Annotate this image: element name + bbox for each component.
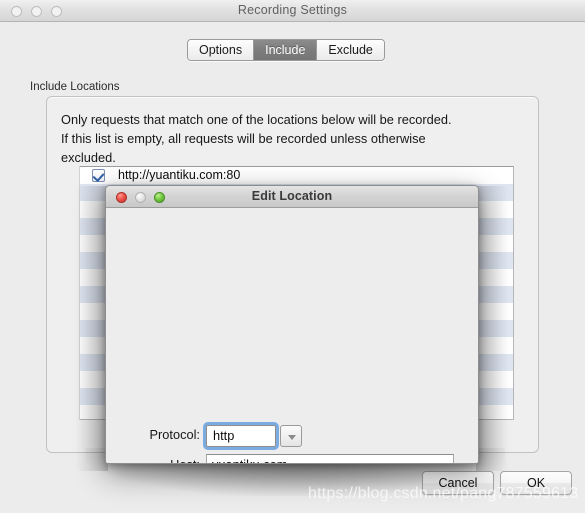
include-locations-description: Only requests that match one of the loca… <box>61 112 452 165</box>
settings-tab-bar: Options Include Exclude <box>187 39 385 61</box>
host-label: Host: <box>170 455 200 463</box>
recording-settings-window: Recording Settings Options Include Exclu… <box>0 0 585 513</box>
ok-button[interactable]: OK <box>500 471 572 495</box>
include-locations-group-label: Include Locations <box>30 81 120 93</box>
tab-include[interactable]: Include <box>254 40 318 60</box>
window-title: Recording Settings <box>237 3 348 17</box>
host-input[interactable]: yuantiku.com <box>206 454 454 463</box>
dialog-titlebar: Edit Location <box>106 186 478 208</box>
table-row[interactable]: http://yuantiku.com:80 <box>80 167 513 184</box>
window-titlebar: Recording Settings <box>0 0 585 22</box>
protocol-input[interactable]: http <box>206 425 276 447</box>
cancel-button[interactable]: Cancel <box>422 471 494 495</box>
dialog-title: Edit Location <box>251 189 333 203</box>
row-checkbox-checked[interactable] <box>92 169 105 182</box>
tab-options[interactable]: Options <box>188 40 255 60</box>
protocol-combobox[interactable]: http <box>203 422 302 450</box>
tab-exclude[interactable]: Exclude <box>317 40 384 60</box>
protocol-label-row: Protocol: <box>106 425 200 445</box>
edit-location-dialog: Edit Location Protocol: http Host: yuant… <box>105 185 479 464</box>
protocol-label: Protocol: <box>149 427 200 442</box>
chevron-down-icon[interactable] <box>280 425 302 447</box>
location-label: http://yuantiku.com:80 <box>118 168 241 182</box>
table-column-separator <box>79 166 80 420</box>
host-label-row: Host: <box>106 455 200 463</box>
